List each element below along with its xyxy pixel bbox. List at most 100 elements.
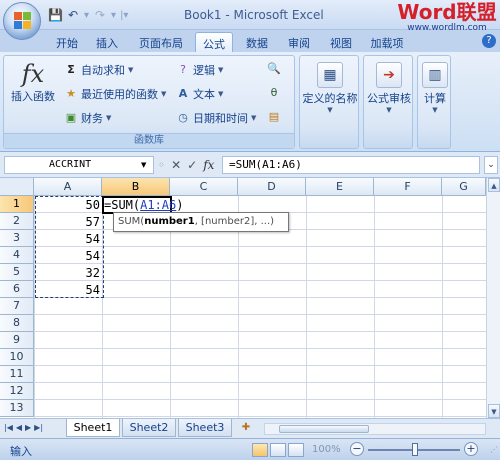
zoom-out-icon[interactable]: − — [350, 442, 364, 456]
cell-a3[interactable]: 54 — [34, 231, 102, 248]
tooltip-current-argument[interactable]: number1 — [144, 216, 195, 227]
tab-view[interactable]: 视图 — [324, 32, 358, 52]
star-book-icon: ★ — [66, 87, 76, 100]
zoom-slider-thumb[interactable] — [412, 443, 418, 456]
zoom-level[interactable]: 100% — [312, 444, 341, 455]
column-header-g[interactable]: G — [442, 178, 486, 196]
tooltip-function[interactable]: SUM( — [118, 216, 144, 227]
customize-icon[interactable]: |▾ — [120, 10, 128, 21]
row-header-11[interactable]: 11 — [0, 366, 34, 383]
row-header-6[interactable]: 6 — [0, 281, 34, 298]
page-break-view-icon[interactable] — [288, 443, 304, 457]
first-sheet-icon[interactable]: |◀ — [4, 423, 13, 432]
row-header-10[interactable]: 10 — [0, 349, 34, 366]
chevron-down-icon: ▼ — [218, 90, 224, 98]
scroll-down-icon[interactable]: ▼ — [488, 404, 500, 418]
quick-access-toolbar: 💾 ↶ ▾ ↷ ▾ |▾ — [48, 6, 128, 24]
name-box-dropdown-icon[interactable]: ▼ — [141, 161, 146, 169]
row-header-9[interactable]: 9 — [0, 332, 34, 349]
formula-buttons: ◦ ✕ ✓ fx — [158, 156, 214, 174]
row-header-3[interactable]: 3 — [0, 230, 34, 247]
column-header-a[interactable]: A — [34, 178, 102, 196]
grip-icon: ◦ — [158, 158, 166, 172]
cancel-icon[interactable]: ✕ — [171, 158, 181, 172]
sheet-tab-sheet1[interactable]: Sheet1 — [66, 419, 120, 437]
sheet-tab-sheet3[interactable]: Sheet3 — [178, 419, 232, 437]
tab-data[interactable]: 数据 — [240, 32, 274, 52]
page-layout-view-icon[interactable] — [270, 443, 286, 457]
cell-a4[interactable]: 54 — [34, 248, 102, 265]
cell-a6[interactable]: 54 — [34, 282, 102, 299]
text-book-icon: A — [178, 87, 188, 100]
expand-formula-bar-icon[interactable]: ⌄ — [484, 156, 498, 174]
more-functions-icon[interactable]: ▤ — [266, 110, 282, 124]
calculation-button[interactable]: ▥ 计算 ▼ — [418, 62, 452, 114]
column-header-e[interactable]: E — [306, 178, 374, 196]
cell-a2[interactable]: 57 — [34, 214, 102, 231]
cell-a5[interactable]: 32 — [34, 265, 102, 282]
tab-home[interactable]: 开始 — [50, 32, 84, 52]
undo-icon[interactable]: ↶ — [66, 8, 80, 22]
sheet-tab-sheet2[interactable]: Sheet2 — [122, 419, 176, 437]
title-bar: 💾 ↶ ▾ ↷ ▾ |▾ Book1 - Microsoft Excel Wor… — [0, 0, 500, 33]
row-header-1[interactable]: 1 — [0, 196, 34, 213]
tab-page-layout[interactable]: 页面布局 — [132, 32, 190, 52]
last-sheet-icon[interactable]: ▶| — [34, 423, 43, 432]
view-buttons — [252, 443, 304, 457]
enter-icon[interactable]: ✓ — [187, 158, 197, 172]
financial-book-icon: ▣ — [65, 111, 77, 124]
horizontal-scrollbar[interactable] — [264, 423, 486, 435]
row-header-8[interactable]: 8 — [0, 315, 34, 332]
normal-view-icon[interactable] — [252, 443, 268, 457]
insert-sheet-icon[interactable]: ✚ — [236, 420, 256, 436]
scroll-up-icon[interactable]: ▲ — [488, 178, 500, 192]
column-header-d[interactable]: D — [238, 178, 306, 196]
row-header-5[interactable]: 5 — [0, 264, 34, 281]
office-button[interactable] — [3, 2, 41, 40]
column-header-f[interactable]: F — [374, 178, 442, 196]
next-sheet-icon[interactable]: ▶ — [25, 423, 31, 432]
fx-icon: fx — [21, 60, 45, 88]
math-trig-icon[interactable]: θ — [266, 86, 282, 100]
tab-review[interactable]: 审阅 — [282, 32, 316, 52]
window-title: Book1 - Microsoft Excel — [184, 8, 324, 22]
save-icon[interactable]: 💾 — [48, 8, 63, 22]
logical-button[interactable]: ? 逻辑 ▼ — [176, 62, 223, 78]
row-header-4[interactable]: 4 — [0, 247, 34, 264]
redo-dropdown-icon[interactable]: ▾ — [111, 10, 116, 21]
status-mode: 输入 — [10, 445, 32, 458]
help-icon[interactable]: ? — [482, 34, 496, 48]
name-box[interactable]: ACCRINT — [4, 156, 154, 174]
tab-insert[interactable]: 插入 — [90, 32, 124, 52]
horizontal-scroll-thumb[interactable] — [279, 425, 369, 433]
formula-input[interactable]: =SUM(A1:A6) — [222, 156, 480, 174]
redo-icon[interactable]: ↷ — [93, 8, 107, 22]
lookup-reference-icon[interactable]: 🔍 — [266, 62, 282, 76]
vertical-scrollbar[interactable]: ▲ ▼ — [486, 178, 500, 418]
recently-used-button[interactable]: ★ 最近使用的函数 ▼ — [64, 86, 166, 102]
insert-function-icon[interactable]: fx — [203, 158, 214, 172]
autosum-button[interactable]: Σ 自动求和 ▼ — [64, 62, 133, 78]
chevron-down-icon: ▼ — [106, 114, 112, 122]
column-header-c[interactable]: C — [170, 178, 238, 196]
prev-sheet-icon[interactable]: ◀ — [16, 423, 22, 432]
column-header-b[interactable]: B — [102, 178, 170, 196]
date-time-button[interactable]: ◷ 日期和时间 ▼ — [176, 110, 256, 126]
row-header-12[interactable]: 12 — [0, 383, 34, 400]
row-header-2[interactable]: 2 — [0, 213, 34, 230]
row-header-7[interactable]: 7 — [0, 298, 34, 315]
zoom-in-icon[interactable]: + — [464, 442, 478, 456]
formula-auditing-button[interactable]: ➔ 公式审核 ▼ — [364, 62, 414, 114]
defined-names-button[interactable]: ▦ 定义的名称 ▼ — [302, 62, 358, 114]
cell-a1[interactable]: 50 — [34, 197, 102, 214]
text-button[interactable]: A 文本 ▼ — [176, 86, 224, 102]
tab-formulas[interactable]: 公式 — [195, 32, 233, 52]
resize-grip-icon[interactable]: ⋰ — [490, 445, 498, 454]
calculator-icon: ▥ — [422, 62, 448, 88]
select-all-corner[interactable] — [0, 178, 34, 196]
tab-addins[interactable]: 加载项 — [364, 32, 410, 52]
financial-button[interactable]: ▣ 财务 ▼ — [64, 110, 112, 126]
row-header-13[interactable]: 13 — [0, 400, 34, 417]
undo-dropdown-icon[interactable]: ▾ — [84, 10, 89, 21]
insert-function-button[interactable]: fx 插入函数 — [8, 60, 58, 104]
